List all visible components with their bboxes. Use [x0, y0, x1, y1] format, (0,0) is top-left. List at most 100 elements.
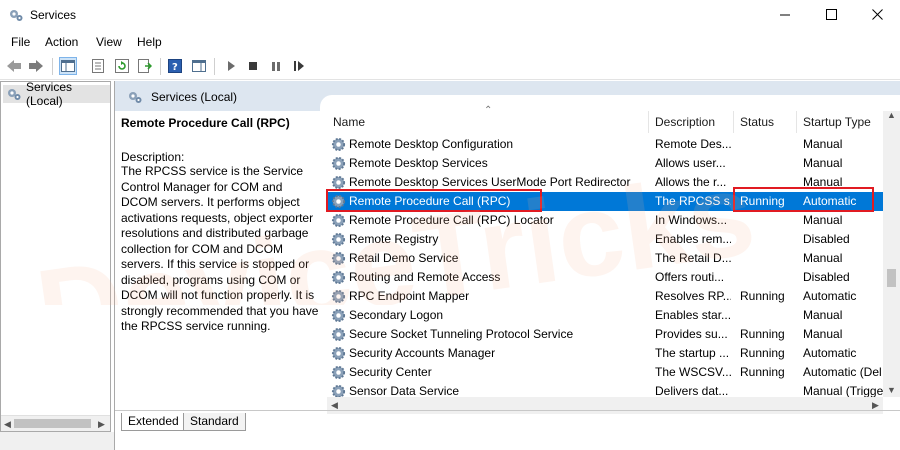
description-line: disabled, programs using COM or [121, 272, 301, 287]
panel-title: Services (Local) [151, 90, 238, 104]
help-icon[interactable]: ? [166, 57, 184, 75]
scroll-down-arrow-icon[interactable]: ▼ [887, 385, 896, 395]
column-divider[interactable] [648, 111, 649, 133]
column-divider[interactable] [796, 111, 797, 133]
service-gear-icon [331, 175, 346, 190]
description-line: servers. If this service is stopped or [121, 257, 310, 271]
view-tabs: Extended Standard [115, 410, 900, 432]
service-status: Running [740, 365, 785, 379]
service-description: Enables rem... [655, 232, 731, 246]
description-line: activations requests, object exporter [121, 210, 314, 225]
service-name: Secure Socket Tunneling Protocol Service [349, 327, 574, 341]
minimize-icon [779, 9, 791, 23]
service-row[interactable]: Secondary Logon Enables star... Manual [327, 306, 883, 325]
service-description: Allows the r... [655, 175, 727, 189]
column-header-name[interactable]: Name [333, 115, 365, 129]
window-title: Services [30, 8, 77, 22]
gears-icon [6, 86, 22, 102]
scroll-right-arrow-icon[interactable]: ▶ [98, 419, 105, 430]
service-gear-icon [331, 232, 346, 247]
service-row[interactable]: Secure Socket Tunneling Protocol Service… [327, 325, 883, 344]
service-row[interactable]: RPC Endpoint Mapper Resolves RP... Running… [327, 287, 883, 306]
menu-action[interactable]: Action [45, 35, 78, 49]
menu-help[interactable]: Help [137, 35, 162, 49]
service-description: The startup ... [655, 346, 730, 360]
scroll-left-arrow-icon[interactable]: ◀ [4, 419, 11, 430]
column-header-description[interactable]: Description [655, 115, 715, 129]
service-row[interactable]: Routing and Remote Access Offers routi...… [327, 268, 883, 287]
svg-text:?: ? [172, 62, 178, 73]
service-name: Secondary Logon [349, 308, 444, 322]
minimize-button[interactable] [762, 0, 808, 31]
description-line: strongly recommended that you have [121, 303, 319, 318]
column-divider[interactable] [733, 111, 734, 133]
service-row[interactable]: Security Accounts Manager The startup ...… [327, 344, 883, 363]
properties-icon[interactable] [89, 57, 107, 75]
tree-horizontal-scrollbar[interactable]: ◀ ▶ [1, 415, 110, 431]
description-line: Control Manager for COM and [121, 179, 283, 194]
gears-icon [8, 7, 24, 23]
scroll-up-arrow-icon[interactable]: ▲ [887, 110, 896, 120]
service-name: Remote Procedure Call (RPC) Locator [349, 213, 554, 227]
service-startup-type: Manual [803, 156, 843, 170]
service-gear-icon [331, 327, 346, 342]
service-startup-type: Manual (Trigge [803, 384, 883, 397]
column-header-status[interactable]: Status [740, 115, 774, 129]
restart-service-icon[interactable] [290, 57, 308, 75]
service-row[interactable]: Security Center The WSCSV... Running Automa… [327, 363, 883, 382]
close-icon [871, 8, 883, 23]
service-startup-type: Manual [803, 251, 843, 265]
description-label: Description: [121, 150, 185, 164]
service-row[interactable]: Remote Procedure Call (RPC) The RPCSS s..… [327, 192, 883, 211]
service-row[interactable]: Sensor Data Service Delivers dat... Manual… [327, 382, 883, 397]
show-hide-console-tree-icon[interactable] [59, 57, 77, 75]
service-startup-type: Manual [803, 137, 843, 151]
service-row[interactable]: Remote Desktop Services Allows user... Man… [327, 154, 883, 173]
forward-arrow-icon[interactable] [27, 57, 45, 75]
service-row[interactable]: Retail Demo Service The Retail D... Manual [327, 249, 883, 268]
service-row[interactable]: Remote Registry Enables rem... Disabled [327, 230, 883, 249]
tab-extended[interactable]: Extended [121, 413, 186, 431]
service-name: Security Accounts Manager [349, 346, 496, 360]
tab-standard[interactable]: Standard [183, 413, 246, 431]
show-hide-action-pane-icon[interactable] [190, 57, 208, 75]
service-description: Resolves RP... [655, 289, 731, 303]
header-decoration [320, 95, 900, 111]
service-name: Retail Demo Service [349, 251, 459, 265]
stop-service-icon[interactable] [244, 57, 262, 75]
pause-service-icon[interactable] [267, 57, 285, 75]
service-row[interactable]: Remote Desktop Configuration Remote Des..… [327, 135, 883, 154]
service-gear-icon [331, 213, 346, 228]
service-status: Running [740, 346, 785, 360]
service-gear-icon [331, 384, 346, 397]
column-header-startup-type[interactable]: Startup Type [803, 115, 871, 129]
service-gear-icon [331, 137, 346, 152]
vertical-scrollbar[interactable]: ▲ ▼ [883, 110, 900, 397]
tree-item-services-local[interactable]: Services (Local) [3, 80, 110, 108]
refresh-icon[interactable] [113, 57, 131, 75]
panel-header: Services (Local) [115, 81, 900, 111]
gears-icon [127, 89, 143, 108]
service-description: The WSCSV... [655, 365, 731, 379]
service-gear-icon [331, 289, 346, 304]
close-button[interactable] [854, 0, 900, 31]
menu-file[interactable]: File [11, 35, 30, 49]
maximize-button[interactable] [808, 0, 854, 31]
description-line: collection for COM and DCOM [121, 241, 284, 256]
scroll-thumb[interactable] [887, 269, 896, 287]
scroll-thumb[interactable] [14, 419, 91, 428]
description-line: the RPCSS service running. [121, 319, 271, 333]
service-row[interactable]: Remote Desktop Services UserMode Port Re… [327, 173, 883, 192]
service-description: Allows user... [655, 156, 726, 170]
service-status: Running [740, 289, 785, 303]
service-description: Enables star... [655, 308, 731, 322]
start-service-icon[interactable] [222, 57, 240, 75]
service-row[interactable]: Remote Procedure Call (RPC) Locator In Wi… [327, 211, 883, 230]
service-name: Routing and Remote Access [349, 270, 501, 284]
menu-view[interactable]: View [96, 35, 122, 49]
tree-item-label: Services (Local) [26, 80, 73, 108]
back-arrow-icon[interactable] [5, 57, 23, 75]
description-line: resolutions and distributed garbage [121, 226, 309, 240]
export-list-icon[interactable] [136, 57, 154, 75]
service-name: Remote Registry [349, 232, 439, 246]
